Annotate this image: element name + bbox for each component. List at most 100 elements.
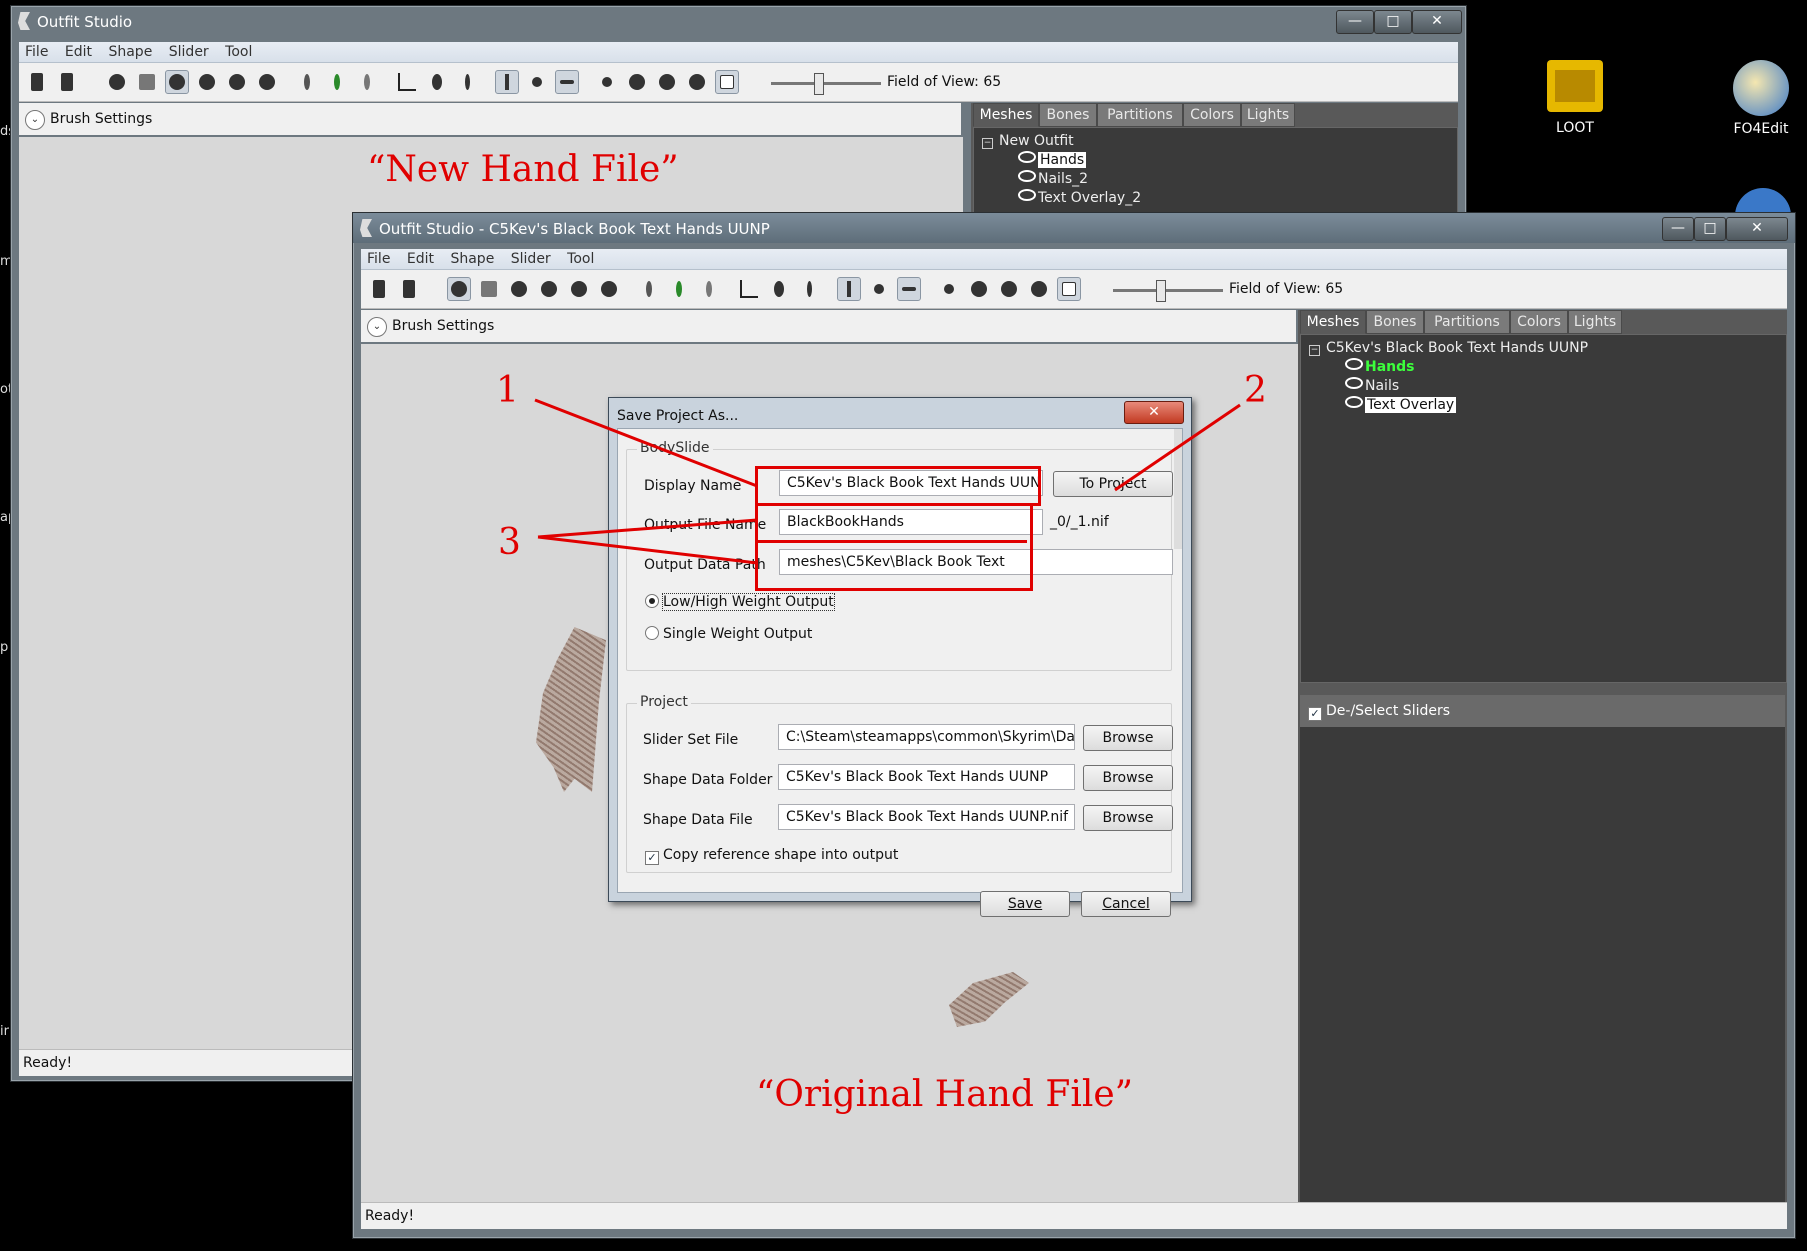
cancel-button[interactable]: Cancel [1081, 891, 1171, 917]
menu-shape[interactable]: Shape [444, 249, 500, 267]
low-high-weight-radio[interactable]: Low/High Weight Output [645, 593, 835, 611]
pin-icon[interactable] [767, 277, 791, 301]
brush-settings-bar[interactable]: ⌄ Brush Settings [19, 103, 961, 135]
collapse-icon[interactable]: − [1309, 345, 1320, 356]
menu-tool[interactable]: Tool [219, 42, 258, 60]
eye-icon[interactable] [1345, 358, 1363, 370]
eye-icon[interactable] [1018, 170, 1036, 182]
brush-smooth-icon[interactable] [597, 277, 621, 301]
chevron-down-icon[interactable]: ⌄ [25, 110, 45, 130]
menu-tool[interactable]: Tool [561, 249, 600, 267]
mirror-x-icon[interactable] [837, 277, 861, 301]
close-button[interactable]: ✕ [1412, 10, 1462, 34]
save-button[interactable]: Save [980, 891, 1070, 917]
menu-file[interactable]: File [361, 249, 396, 267]
minimize-button[interactable]: — [1662, 217, 1694, 241]
brush-standard-icon[interactable] [447, 277, 471, 301]
browse-shape-file-button[interactable]: Browse [1083, 805, 1173, 831]
tree-item[interactable]: Text Overlay_2 [1018, 189, 1141, 206]
close-button[interactable]: ✕ [1726, 217, 1788, 241]
select-tool-icon[interactable] [25, 70, 49, 94]
brush-weight-icon[interactable] [637, 277, 661, 301]
copy-reference-checkbox[interactable]: ✓ Copy reference shape into output [645, 847, 898, 865]
tree-item[interactable]: Hands [1345, 358, 1415, 375]
connected-icon[interactable] [525, 70, 549, 94]
back-window-titlebar[interactable]: Outfit Studio — □ ✕ [11, 6, 1466, 36]
connected-icon[interactable] [867, 277, 891, 301]
brush-smooth-icon[interactable] [255, 70, 279, 94]
minimize-button[interactable]: — [1336, 10, 1374, 34]
desktop-icon-loot[interactable]: LOOT [1530, 60, 1620, 136]
radio-selected-icon[interactable] [645, 594, 659, 608]
brush-icon[interactable] [797, 277, 821, 301]
front-window-titlebar[interactable]: Outfit Studio - C5Kev's Black Book Text … [353, 213, 1795, 243]
to-project-button[interactable]: To Project [1053, 471, 1173, 497]
eye-icon[interactable] [1345, 377, 1363, 389]
brush-inflate-icon[interactable] [165, 70, 189, 94]
menu-shape[interactable]: Shape [102, 42, 158, 60]
brush-deflate-icon[interactable] [195, 70, 219, 94]
brush-settings-bar[interactable]: ⌄ Brush Settings [361, 310, 1296, 342]
maximize-button[interactable]: □ [1694, 217, 1726, 241]
tab-meshes[interactable]: Meshes [1300, 310, 1366, 334]
menu-slider[interactable]: Slider [163, 42, 215, 60]
global-brush-icon[interactable] [897, 277, 921, 301]
select-tool-icon[interactable] [367, 277, 391, 301]
menu-edit[interactable]: Edit [401, 249, 440, 267]
menu-file[interactable]: File [19, 42, 54, 60]
brush-mask-icon[interactable] [477, 277, 501, 301]
view-front-icon[interactable] [595, 70, 619, 94]
tab-partitions[interactable]: Partitions [1097, 103, 1183, 127]
brush-color-icon[interactable] [325, 70, 349, 94]
brush-move-icon[interactable] [225, 70, 249, 94]
fov-slider-track[interactable] [1113, 289, 1223, 292]
perspective-icon[interactable] [715, 70, 739, 94]
transform-tool-icon[interactable] [55, 70, 79, 94]
eye-icon[interactable] [1018, 189, 1036, 201]
fov-slider-thumb[interactable] [814, 73, 824, 95]
view-front-icon[interactable] [937, 277, 961, 301]
eye-icon[interactable] [1345, 396, 1363, 408]
tab-colors[interactable]: Colors [1510, 310, 1568, 334]
brush-deflate-icon[interactable] [537, 277, 561, 301]
brush-weight-icon[interactable] [295, 70, 319, 94]
tab-bones[interactable]: Bones [1039, 103, 1097, 127]
pivot-icon[interactable] [737, 277, 761, 301]
view-left-icon[interactable] [997, 277, 1021, 301]
browse-shape-folder-button[interactable]: Browse [1083, 765, 1173, 791]
brush-mask-icon[interactable] [135, 70, 159, 94]
menu-edit[interactable]: Edit [59, 42, 98, 60]
dialog-scrollbar[interactable] [1174, 429, 1182, 549]
pin-icon[interactable] [425, 70, 449, 94]
checkbox-checked-icon[interactable]: ✓ [645, 851, 659, 865]
pivot-icon[interactable] [395, 70, 419, 94]
tab-lights[interactable]: Lights [1241, 103, 1295, 127]
tab-partitions[interactable]: Partitions [1424, 310, 1510, 334]
tree-root[interactable]: − New Outfit [982, 133, 1074, 149]
brush-standard-icon[interactable] [105, 70, 129, 94]
view-back-icon[interactable] [967, 277, 991, 301]
tree-root[interactable]: − C5Kev's Black Book Text Hands UUNP [1309, 340, 1588, 356]
tree-item[interactable]: Hands [1018, 151, 1087, 168]
desktop-icon-fo4edit[interactable]: FO4Edit [1715, 60, 1807, 137]
transform-tool-icon[interactable] [397, 277, 421, 301]
shape-data-file-field[interactable]: C5Kev's Black Book Text Hands UUNP.nif [778, 804, 1075, 830]
tab-lights[interactable]: Lights [1568, 310, 1622, 334]
mirror-x-icon[interactable] [495, 70, 519, 94]
tree-item[interactable]: Nails_2 [1018, 170, 1088, 187]
view-right-icon[interactable] [1027, 277, 1051, 301]
view-back-icon[interactable] [625, 70, 649, 94]
menu-slider[interactable]: Slider [505, 249, 557, 267]
maximize-button[interactable]: □ [1374, 10, 1412, 34]
eye-icon[interactable] [1018, 151, 1036, 163]
brush-inflate-icon[interactable] [507, 277, 531, 301]
close-button[interactable]: ✕ [1124, 401, 1184, 424]
shape-data-folder-field[interactable]: C5Kev's Black Book Text Hands UUNP [778, 764, 1075, 790]
slider-set-file-field[interactable]: C:\Steam\steamapps\common\Skyrim\Dat [778, 724, 1075, 750]
tree-item[interactable]: Nails [1345, 377, 1399, 394]
chevron-down-icon[interactable]: ⌄ [367, 317, 387, 337]
tab-meshes[interactable]: Meshes [973, 103, 1039, 127]
radio-icon[interactable] [645, 626, 659, 640]
fov-slider-track[interactable] [771, 82, 881, 85]
view-right-icon[interactable] [685, 70, 709, 94]
